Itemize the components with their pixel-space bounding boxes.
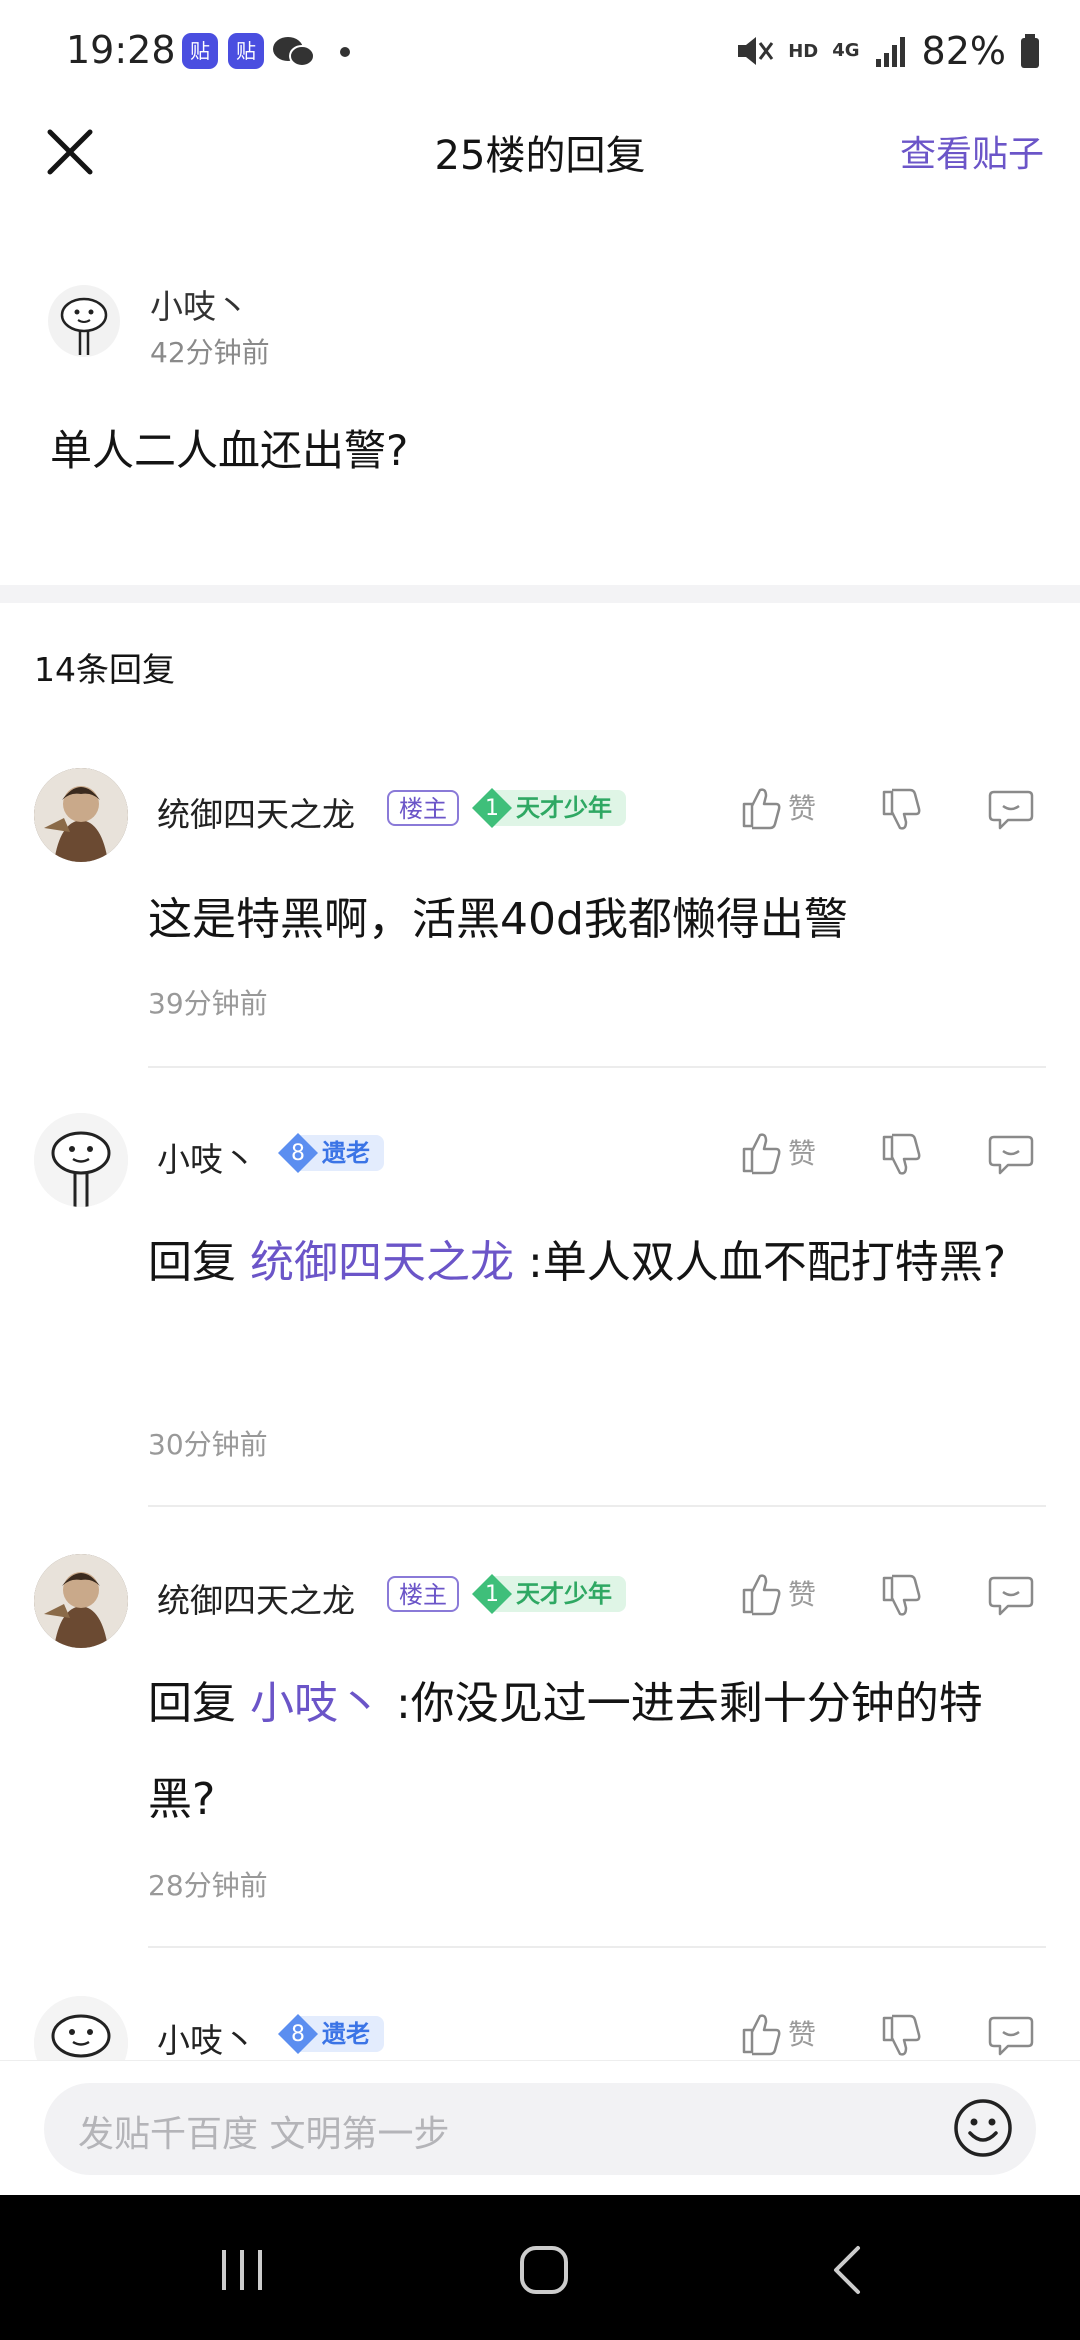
mute-icon xyxy=(738,37,774,65)
reply-input[interactable]: 发贴千百度 文明第一步 xyxy=(44,2083,1036,2175)
reply-author-name[interactable]: 统御四天之龙 xyxy=(157,1574,355,1622)
home-icon[interactable] xyxy=(514,2240,574,2300)
thumbs-down-icon[interactable] xyxy=(880,1133,922,1179)
reply-timestamp: 39分钟前 xyxy=(148,987,268,1020)
emoji-icon[interactable] xyxy=(952,2097,1014,2159)
reply-separator xyxy=(148,1505,1046,1507)
floor-owner-badge: 楼主 xyxy=(387,1576,459,1612)
comment-icon[interactable] xyxy=(988,2012,1034,2058)
doodle-face-avatar-icon xyxy=(34,1113,128,1207)
avatar[interactable] xyxy=(34,1113,128,1207)
avatar[interactable] xyxy=(48,285,120,357)
like-label: 赞 xyxy=(788,792,817,825)
reply-separator xyxy=(148,1946,1046,1948)
doodle-face-avatar-icon xyxy=(34,1996,128,2060)
thumbs-up-icon xyxy=(742,1574,781,1616)
level-badge: 1 天才少年 xyxy=(472,788,626,828)
thumbs-down-icon[interactable] xyxy=(880,788,922,834)
thumbs-up-icon xyxy=(742,1133,781,1175)
battery-icon xyxy=(1021,34,1039,68)
reply-prefix: 回复 xyxy=(148,1678,250,1729)
back-icon[interactable] xyxy=(818,2240,878,2300)
mention-link[interactable]: 统御四天之龙 xyxy=(250,1237,514,1288)
hd-indicator: HD xyxy=(788,40,819,62)
tieba-notification-icon: 贴 xyxy=(228,33,264,69)
mention-link[interactable]: 小吱丶 xyxy=(250,1678,382,1729)
recent-apps-icon[interactable] xyxy=(212,2240,272,2300)
comment-icon[interactable] xyxy=(988,1131,1034,1177)
comment-icon[interactable] xyxy=(988,786,1034,832)
main-post: 小吱丶 42分钟前 单人二人血还出警? xyxy=(0,225,1080,585)
thumbs-down-icon[interactable] xyxy=(880,2014,922,2060)
section-divider xyxy=(0,585,1080,603)
battery-percent: 82% xyxy=(921,29,1006,73)
status-bar: 19:28 贴 贴 HD 4G 82% xyxy=(0,0,1080,105)
anime-character-avatar-icon xyxy=(34,1554,128,1648)
thumbs-up-icon xyxy=(742,2014,781,2056)
reply-input-placeholder: 发贴千百度 文明第一步 xyxy=(78,2114,450,2155)
reply-item: 小吱丶 8 遗老 赞 回复 统御四天之龙 :单人双人血不配打特黑? 30分钟前 xyxy=(0,1105,1080,1510)
level-badge: 1 天才少年 xyxy=(472,1574,626,1614)
level-badge: 8 遗老 xyxy=(278,2014,384,2054)
top-navigation: 25楼的回复 查看贴子 xyxy=(0,105,1080,225)
reply-author-name[interactable]: 小吱丶 xyxy=(157,2014,256,2060)
tieba-notification-icon: 贴 xyxy=(182,33,218,69)
avatar[interactable] xyxy=(34,768,128,862)
reply-content: 这是特黑啊，活黑40d我都懒得出警 xyxy=(148,894,848,945)
view-post-link[interactable]: 查看贴子 xyxy=(900,125,1044,177)
post-content: 单人二人血还出警? xyxy=(50,426,409,475)
thumbs-down-icon[interactable] xyxy=(880,1574,922,1620)
reply-timestamp: 28分钟前 xyxy=(148,1869,268,1902)
reply-timestamp: 30分钟前 xyxy=(148,1428,268,1461)
like-button[interactable]: 赞 xyxy=(740,1570,816,1616)
system-navigation-bar xyxy=(0,2195,1080,2340)
notification-dot-icon xyxy=(340,47,350,57)
like-label: 赞 xyxy=(788,1578,817,1611)
anime-character-avatar-icon xyxy=(34,768,128,862)
reply-item: 小吱丶 8 遗老 赞 xyxy=(0,1988,1080,2060)
comment-icon[interactable] xyxy=(988,1572,1034,1618)
reply-input-bar: 发贴千百度 文明第一步 xyxy=(0,2060,1080,2196)
thumbs-up-icon xyxy=(742,788,781,830)
wechat-icon xyxy=(273,37,315,67)
avatar[interactable] xyxy=(34,1996,128,2060)
reply-content: 回复 小吱丶 :你没见过一进去剩十分钟的特黑? xyxy=(148,1656,1050,1848)
reply-author-name[interactable]: 小吱丶 xyxy=(157,1133,256,1181)
like-button[interactable]: 赞 xyxy=(740,2010,816,2056)
floor-owner-badge: 楼主 xyxy=(387,790,459,826)
reply-item: 统御四天之龙 楼主 1 天才少年 赞 这是特黑啊，活黑40d我都懒得出警 39分… xyxy=(0,760,1080,1070)
signal-icon xyxy=(875,37,905,67)
reply-prefix: 回复 xyxy=(148,1237,250,1288)
like-button[interactable]: 赞 xyxy=(740,784,816,830)
post-author-name[interactable]: 小吱丶 xyxy=(150,280,249,328)
like-button[interactable]: 赞 xyxy=(740,1129,816,1175)
level-badge: 8 遗老 xyxy=(278,1133,384,1173)
avatar[interactable] xyxy=(34,1554,128,1648)
like-label: 赞 xyxy=(788,2018,817,2051)
status-time: 19:28 xyxy=(66,28,176,72)
reply-text: :单人双人血不配打特黑? xyxy=(514,1237,1007,1288)
reply-separator xyxy=(148,1066,1046,1068)
doodle-face-avatar-icon xyxy=(60,297,108,355)
like-label: 赞 xyxy=(788,1137,817,1170)
reply-item: 统御四天之龙 楼主 1 天才少年 赞 回复 小吱丶 :你没见过一进去剩十分钟的特… xyxy=(0,1546,1080,1951)
network-type-indicator: 4G xyxy=(832,40,860,61)
reply-content: 回复 统御四天之龙 :单人双人血不配打特黑? xyxy=(148,1215,1050,1311)
reply-author-name[interactable]: 统御四天之龙 xyxy=(157,788,355,836)
post-timestamp: 42分钟前 xyxy=(150,336,270,369)
replies-count: 14条回复 xyxy=(34,650,175,689)
